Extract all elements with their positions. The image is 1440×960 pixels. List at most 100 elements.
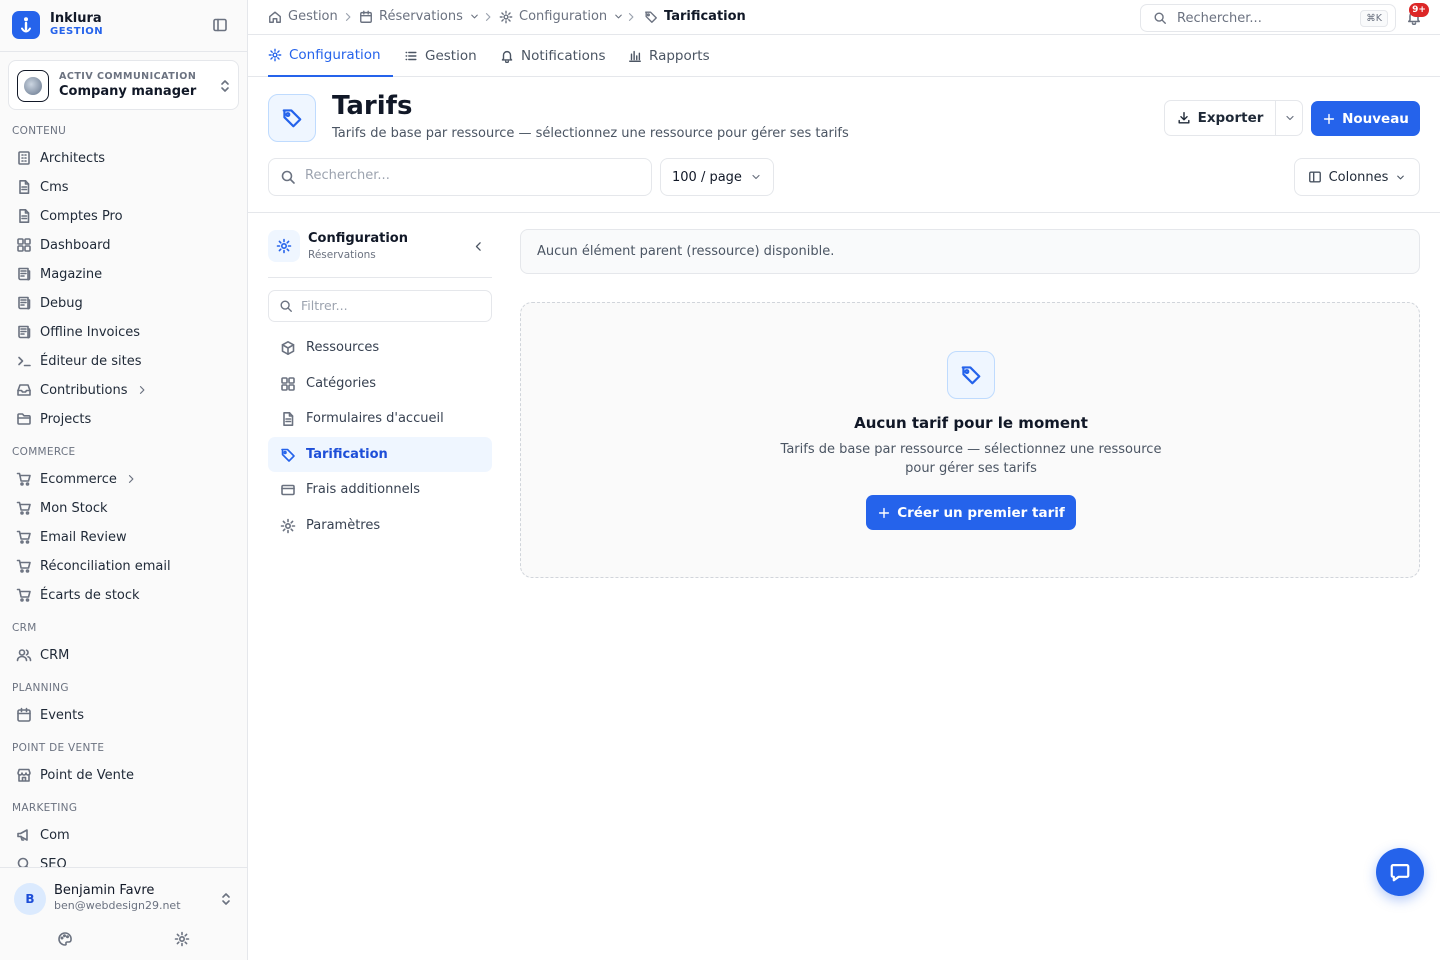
breadcrumb-item-tarification: Tarification [644, 9, 746, 24]
app-logo-icon[interactable] [12, 11, 40, 39]
subnav-item-label: Frais additionnels [306, 482, 420, 497]
divider [268, 277, 492, 278]
org-avatar [17, 70, 49, 102]
search-icon [17, 857, 29, 867]
sidebar-item-label: Contributions [40, 382, 128, 398]
sidebar-item-email-review[interactable]: Email Review [8, 523, 239, 551]
chevron-up-down-icon [218, 891, 234, 907]
sidebar-toggle-icon[interactable] [212, 17, 228, 33]
sidebar-item-magazine[interactable]: Magazine [8, 260, 239, 288]
plus-icon [1323, 113, 1335, 124]
tab-configuration[interactable]: Configuration [268, 35, 393, 77]
page-tag-icon [268, 94, 316, 142]
sidebar-item-reconciliation-email[interactable]: Réconciliation email [8, 552, 239, 580]
search-icon [281, 170, 295, 184]
app-subtitle: GESTION [50, 26, 104, 37]
page-subtitle: Tarifs de base par ressource — sélection… [332, 126, 849, 141]
sidebar-item-mon-stock[interactable]: Mon Stock [8, 494, 239, 522]
sidebar-item-point-de-vente[interactable]: Point de Vente [8, 761, 239, 789]
subnav-item-formulaires[interactable]: Formulaires d'accueil [268, 401, 492, 436]
chat-button[interactable] [1376, 848, 1424, 896]
sidebar-item-events[interactable]: Events [8, 701, 239, 729]
sidebar-item-label: Ecommerce [40, 471, 117, 487]
users-icon [16, 649, 32, 662]
sidebar-item-label: Email Review [40, 529, 127, 545]
app-name: Inklura [50, 11, 102, 26]
nav-section-title: MARKETING [12, 802, 78, 814]
sidebar-item-ecarts-de-stock[interactable]: Écarts de stock [8, 581, 239, 609]
global-search[interactable]: Rechercher... ⌘K [1140, 4, 1396, 32]
gear-icon [268, 230, 300, 262]
sidebar-item-seo[interactable]: SEO [8, 850, 239, 867]
breadcrumb-item-reservations[interactable]: Réservations [359, 9, 480, 24]
breadcrumb-item-gestion[interactable]: Gestion [268, 9, 338, 24]
chevron-right-icon [139, 386, 144, 394]
subnav-item-label: Paramètres [306, 518, 381, 533]
divider [248, 212, 1440, 213]
chevron-right-icon [482, 11, 494, 23]
sidebar-item-comptes-pro[interactable]: Comptes Pro [8, 202, 239, 230]
calendar-icon [360, 10, 372, 23]
sidebar-item-label: Architects [40, 150, 106, 166]
sidebar-item-com[interactable]: Com [8, 821, 239, 849]
document-icon [283, 411, 294, 426]
columns-button[interactable]: Colonnes [1294, 158, 1420, 196]
module-tabs: Configuration Gestion Notifications Rapp… [248, 35, 1440, 77]
tab-rapports[interactable]: Rapports [628, 35, 710, 77]
subnav-item-parametres[interactable]: Paramètres [268, 508, 492, 543]
per-page-select[interactable]: 100 / page [660, 158, 774, 196]
page-title: Tarifs [332, 91, 413, 121]
sidebar-item-debug[interactable]: Debug [8, 289, 239, 317]
chevron-up-down-icon [217, 78, 233, 94]
cart-icon [16, 530, 31, 544]
inbox-icon [17, 384, 31, 396]
empty-state-description: Tarifs de base par ressource — sélection… [780, 442, 1162, 476]
brand: Inklura GESTION [0, 0, 247, 52]
sidebar-item-ecommerce[interactable]: Ecommerce [8, 465, 239, 493]
box-icon [281, 340, 295, 355]
download-icon [1178, 112, 1190, 124]
create-first-tarif-button[interactable]: Créer un premier tarif [866, 495, 1076, 530]
collapse-chevron-left-icon[interactable] [472, 240, 485, 253]
org-switcher[interactable]: ACTIV COMMUNICATION Company manager [8, 60, 239, 110]
gear-icon[interactable] [174, 931, 190, 947]
sidebar-item-projects[interactable]: Projects [8, 405, 239, 433]
user-panel[interactable]: B Benjamin Favre ben@webdesign29.net [0, 867, 247, 960]
subnav-filter-input[interactable] [301, 298, 481, 313]
subnav-item-tarification[interactable]: Tarification [268, 437, 492, 472]
tab-gestion[interactable]: Gestion [404, 35, 477, 77]
export-button-group: Exporter [1164, 100, 1303, 136]
export-button[interactable]: Exporter [1165, 101, 1275, 135]
tab-label: Rapports [649, 48, 710, 64]
create-first-tarif-label: Créer un premier tarif [897, 504, 1065, 521]
new-button[interactable]: Nouveau [1311, 101, 1420, 136]
breadcrumb-label: Réservations [379, 9, 463, 24]
palette-icon[interactable] [57, 931, 73, 947]
avatar: B [14, 883, 46, 915]
cart-icon [16, 501, 31, 515]
export-options-button[interactable] [1275, 101, 1303, 135]
sidebar-item-offline-invoices[interactable]: Offline Invoices [8, 318, 239, 346]
terminal-icon [18, 356, 31, 367]
subnav-item-ressources[interactable]: Ressources [268, 330, 492, 365]
sidebar-item-architects[interactable]: Architects [8, 144, 239, 172]
sidebar-item-label: Magazine [40, 266, 103, 282]
breadcrumb-item-configuration[interactable]: Configuration [499, 9, 624, 24]
tab-label: Notifications [521, 48, 606, 64]
org-role: Company manager [59, 84, 197, 99]
subnav-item-label: Tarification [306, 447, 388, 462]
plus-icon [879, 507, 890, 518]
list-search-input[interactable] [305, 168, 635, 183]
megaphone-icon [17, 829, 28, 841]
store-icon [17, 768, 31, 782]
subnav-item-frais-additionnels[interactable]: Frais additionnels [268, 472, 492, 507]
sidebar-item-crm[interactable]: CRM [8, 641, 239, 669]
tab-notifications[interactable]: Notifications [500, 35, 606, 77]
sidebar-item-contributions[interactable]: Contributions [8, 376, 239, 404]
home-icon [269, 10, 281, 23]
chevron-right-icon [128, 475, 134, 483]
subnav-item-categories[interactable]: Catégories [268, 366, 492, 401]
sidebar-item-editeur-de-sites[interactable]: Éditeur de sites [8, 347, 239, 375]
sidebar-item-dashboard[interactable]: Dashboard [8, 231, 239, 259]
sidebar-item-cms[interactable]: Cms [8, 173, 239, 201]
